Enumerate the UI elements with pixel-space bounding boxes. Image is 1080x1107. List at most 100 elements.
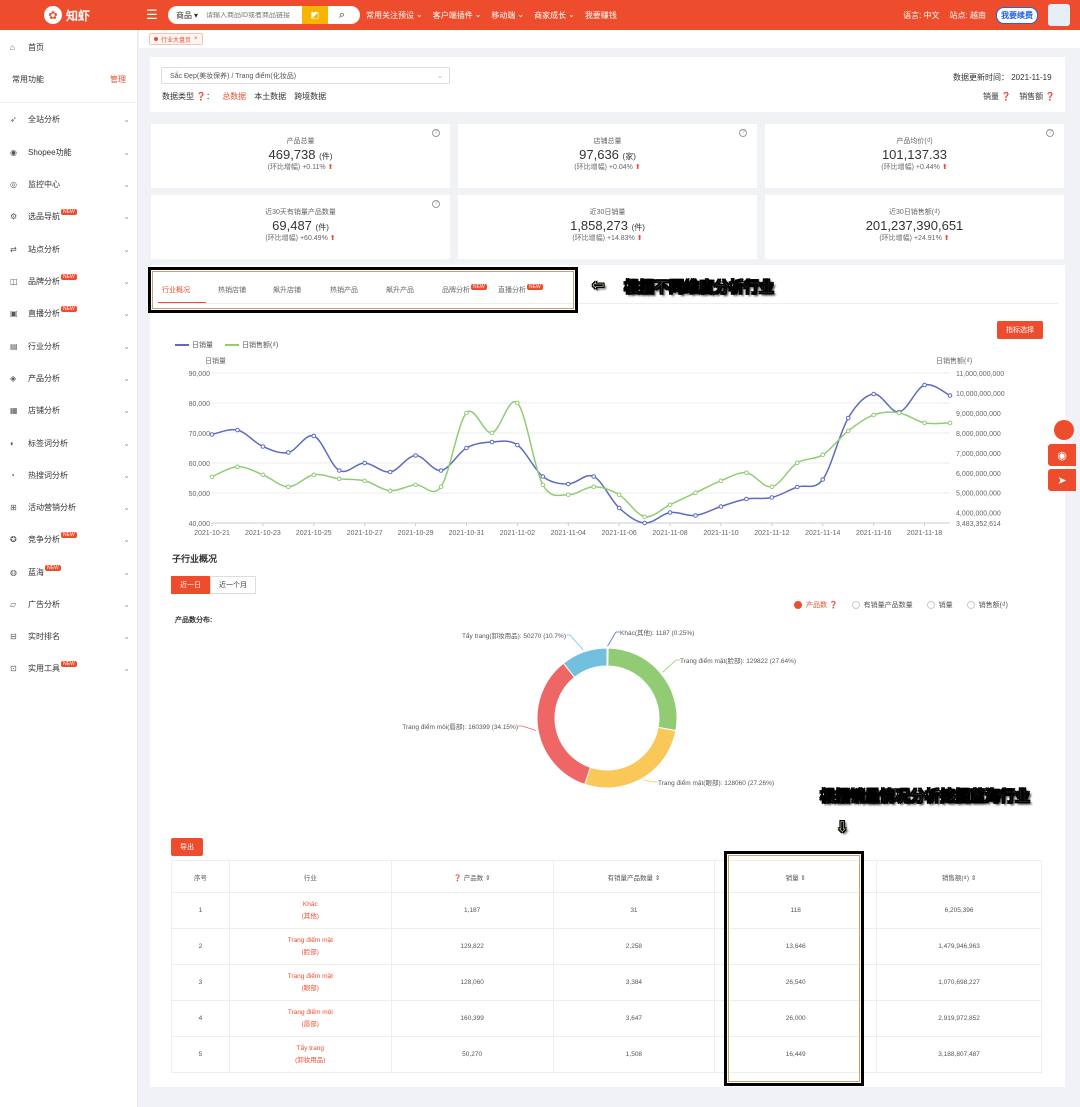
data-point[interactable] (718, 478, 724, 484)
data-point[interactable] (565, 481, 571, 487)
data-point[interactable] (769, 484, 775, 490)
industry-name[interactable]: Trang điểm môi (230, 1007, 391, 1019)
sidebar-item[interactable]: ⊟ 实时排名 ⌄ (0, 627, 138, 645)
data-point[interactable] (820, 452, 826, 458)
data-point[interactable] (413, 453, 418, 458)
data-type-crossborder[interactable]: 跨境数据 (294, 91, 326, 102)
data-point[interactable] (616, 505, 622, 511)
data-point[interactable] (235, 464, 240, 470)
export-button[interactable]: 导出 (171, 838, 203, 856)
data-point[interactable] (540, 474, 546, 479)
data-point[interactable] (642, 514, 647, 519)
data-point[interactable] (260, 444, 266, 449)
sidebar-item[interactable]: ⚙ 选品导航 NEW ⌄ (0, 207, 138, 225)
sidebar-item[interactable]: ▤ 行业分析 ⌄ (0, 337, 138, 355)
search-type-select[interactable]: 商品 ▾ (168, 10, 206, 21)
top-nav-item[interactable]: 常用关注预设 (366, 10, 414, 21)
data-point[interactable] (413, 482, 418, 488)
radio-products[interactable]: 产品数 ❓ (794, 600, 838, 610)
sidebar-item[interactable]: ⊞ 活动营销分析 ⌄ (0, 498, 138, 516)
legend-item-sales[interactable]: 日销量 (175, 340, 213, 350)
column-header[interactable]: 有销量产品数量 ⇕ (552, 860, 716, 893)
data-point[interactable] (871, 412, 876, 418)
top-nav-item[interactable]: 客户端插件 (433, 10, 473, 21)
send-icon[interactable]: ➤ (1048, 469, 1076, 491)
data-point[interactable] (438, 468, 444, 473)
data-point[interactable] (260, 472, 266, 478)
data-type-total[interactable]: 总数据 (222, 91, 246, 102)
industry-name[interactable]: Trang điểm mặt (230, 971, 391, 983)
data-point[interactable] (922, 420, 927, 426)
data-point[interactable] (693, 513, 698, 518)
sidebar-item[interactable]: ◈ 产品分析 ⌄ (0, 369, 138, 387)
data-point[interactable] (311, 433, 317, 439)
data-point[interactable] (922, 382, 927, 388)
industry-cell[interactable]: Trang điểm mặt (脸部) (228, 928, 392, 965)
sidebar-item[interactable]: ⌂ 首页 (0, 38, 138, 56)
data-point[interactable] (744, 470, 749, 476)
column-header[interactable]: ❓ 产品数 ⇕ (390, 860, 554, 893)
column-header[interactable]: 序号 (171, 860, 230, 893)
radio-revenue[interactable]: 销售额(₫) (966, 600, 1008, 610)
top-nav-item[interactable]: 我要赚钱 (585, 10, 617, 21)
data-point[interactable] (362, 478, 367, 484)
tab-tag-industry[interactable]: 行业大盘页 × (149, 33, 203, 45)
column-header[interactable]: 销售额(₫) ⇕ (876, 860, 1042, 893)
industry-name[interactable]: Tẩy trang (230, 1043, 391, 1055)
data-point[interactable] (540, 482, 546, 488)
image-search-icon[interactable]: ◩ (302, 6, 329, 24)
data-point[interactable] (667, 502, 673, 508)
data-point[interactable] (286, 484, 291, 490)
data-point[interactable] (235, 427, 240, 433)
range-one-month[interactable]: 近一个月 (210, 576, 256, 594)
data-point[interactable] (820, 477, 826, 482)
sidebar-item[interactable]: ⇄ 站点分析 ⌄ (0, 240, 138, 258)
top-nav-item[interactable]: 移动端 (491, 10, 515, 21)
column-header[interactable]: 行业 (228, 860, 392, 893)
data-point[interactable] (845, 415, 851, 421)
data-point[interactable] (464, 445, 469, 451)
help-icon[interactable]: ? (1046, 129, 1054, 137)
range-one-day[interactable]: 近一日 (171, 576, 210, 594)
data-type-local[interactable]: 本土数据 (254, 91, 286, 102)
language-select[interactable]: 语言: 中文 (903, 10, 939, 21)
data-point[interactable] (795, 460, 800, 466)
data-point[interactable] (387, 469, 393, 475)
sidebar-item[interactable]: ◔ 热搜词分析 ⌄ (0, 466, 138, 484)
sidebar-item[interactable]: ➶ 全站分析 ⌄ (0, 110, 138, 128)
search-icon[interactable]: ⌕ (328, 6, 356, 24)
industry-cell[interactable]: Khác (其他) (228, 892, 392, 929)
data-point[interactable] (616, 492, 622, 498)
data-point[interactable] (362, 460, 367, 466)
data-point[interactable] (947, 393, 953, 398)
data-point[interactable] (642, 520, 647, 526)
radio-sold-products[interactable]: 有销量产品数量 (851, 600, 913, 610)
data-point[interactable] (515, 442, 520, 448)
metric-sales[interactable]: 销量 ❓ (983, 91, 1011, 102)
legend-item-revenue[interactable]: 日销售额(₫) (225, 340, 278, 350)
data-point[interactable] (515, 400, 520, 406)
search-input[interactable] (206, 11, 303, 19)
data-point[interactable] (871, 391, 876, 397)
data-point[interactable] (845, 428, 851, 434)
help-icon[interactable]: ? (432, 200, 440, 208)
sidebar-item[interactable]: ◉ Shopee功能 ⌄ (0, 143, 138, 161)
data-point[interactable] (489, 439, 495, 445)
industry-cell[interactable]: Trang điểm môi (唇部) (228, 1000, 392, 1037)
data-point[interactable] (311, 472, 317, 478)
data-point[interactable] (387, 488, 393, 494)
sidebar-item[interactable]: ◫ 品牌分析 NEW ⌄ (0, 272, 138, 290)
data-point[interactable] (896, 410, 902, 416)
data-point[interactable] (693, 490, 698, 496)
help-icon[interactable]: ? (432, 129, 440, 137)
industry-name[interactable]: Trang điểm mặt (230, 935, 391, 947)
recharge-button[interactable]: 我要续费 (996, 6, 1038, 24)
sidebar-item[interactable]: ✪ 竞争分析 NEW ⌄ (0, 530, 138, 548)
sidebar-item[interactable]: ⊡ 实用工具 NEW ⌄ (0, 659, 138, 677)
pie-slice[interactable] (584, 726, 677, 789)
close-icon[interactable]: × (194, 36, 198, 42)
help-icon[interactable]: ? (739, 129, 747, 137)
data-point[interactable] (209, 432, 215, 437)
sidebar-item[interactable]: ▱ 广告分析 ⌄ (0, 595, 138, 613)
service-icon[interactable]: ◉ (1048, 444, 1076, 466)
